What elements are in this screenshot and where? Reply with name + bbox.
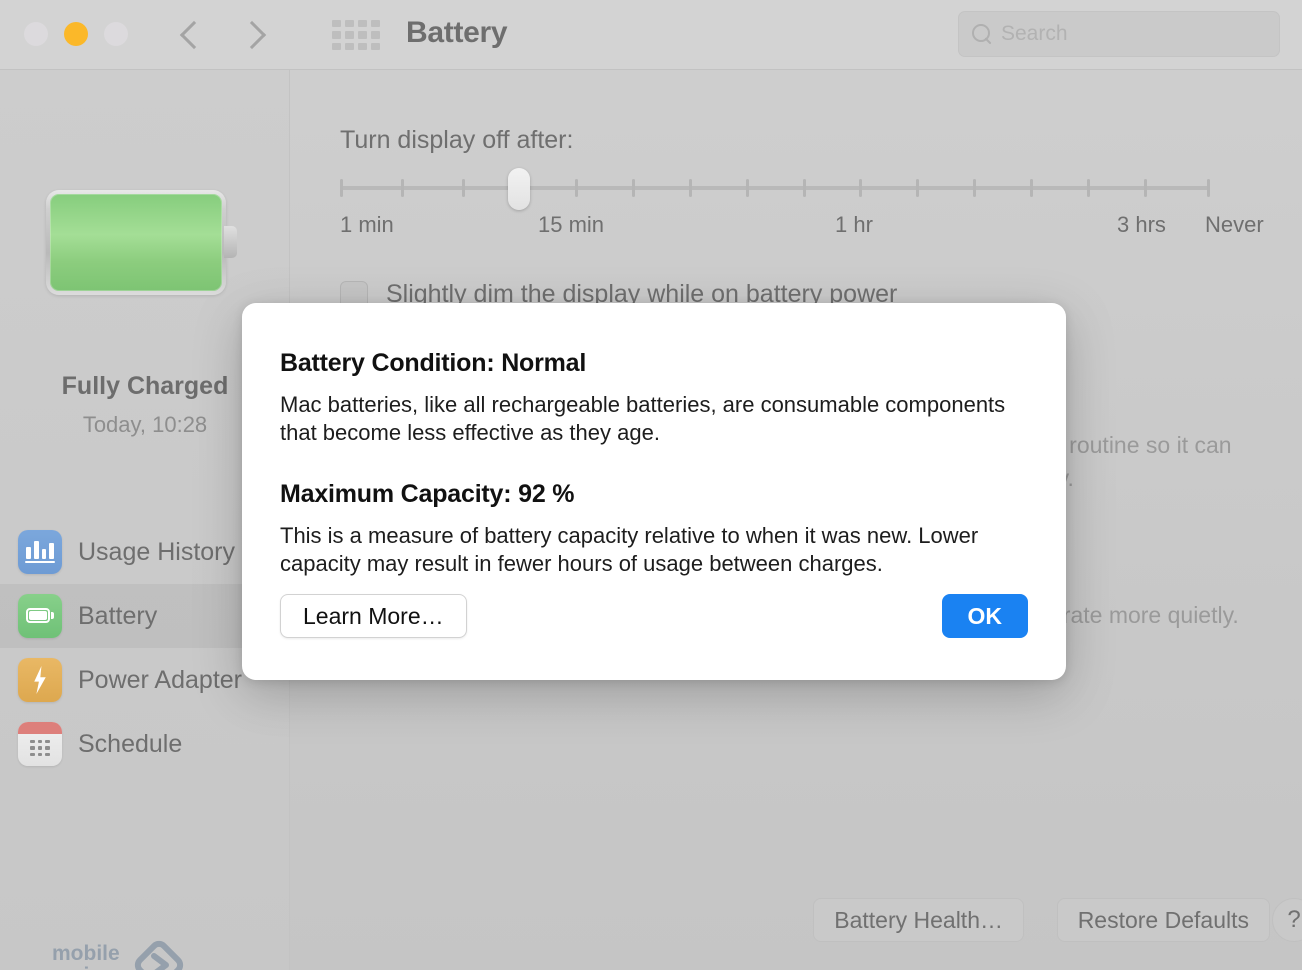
diamond-arrow-icon [132, 938, 186, 970]
sidebar-item-label: Schedule [78, 729, 183, 758]
window-titlebar: Battery Search [0, 0, 1302, 70]
show-all-grid-icon[interactable] [332, 20, 380, 50]
slider-tick-label-never: Never [1205, 212, 1264, 237]
display-sleep-label: Turn display off after: [340, 126, 574, 154]
battery-icon [18, 594, 62, 638]
sidebar-item-label: Usage History [78, 537, 235, 566]
battery-body [46, 190, 226, 295]
back-chevron-icon[interactable] [180, 14, 204, 56]
restore-defaults-button[interactable]: Restore Defaults [1056, 898, 1270, 942]
slider-tick-label-3hrs: 3 hrs [1117, 212, 1166, 237]
bar-chart-icon [18, 530, 62, 574]
dialog-heading-condition: Battery Condition: Normal [280, 349, 587, 377]
watermark: mobile review [52, 938, 186, 970]
battery-terminal [224, 226, 237, 258]
learn-more-button[interactable]: Learn More… [280, 594, 467, 638]
page-title: Battery [406, 16, 508, 49]
search-input[interactable]: Search [1001, 22, 1068, 46]
dialog-heading-capacity: Maximum Capacity: 92 % [280, 479, 575, 508]
bottom-button-bar: Battery Health… Restore Defaults ? [290, 886, 1302, 970]
help-button[interactable]: ? [1272, 898, 1302, 942]
slider-tick-label-1min: 1 min [340, 212, 394, 237]
dialog-body-capacity: This is a measure of battery capacity re… [280, 522, 979, 577]
search-icon [971, 23, 993, 45]
ok-button[interactable]: OK [941, 594, 1028, 638]
navigation-arrows [180, 14, 264, 56]
forward-chevron-icon[interactable] [240, 14, 264, 56]
obscured-text-line1: g routine so it can [1050, 432, 1232, 458]
dialog-actions: Learn More… OK [280, 594, 1028, 638]
slider-thumb[interactable] [508, 168, 530, 210]
close-button[interactable] [24, 22, 48, 46]
sidebar-item-label: Battery [78, 601, 158, 630]
watermark-line1: mobile [52, 941, 120, 965]
watermark-line2: review [52, 964, 120, 970]
dialog-body-condition: Mac batteries, like all rechargeable bat… [280, 392, 1006, 446]
slider-tick-label-15min: 15 min [538, 212, 605, 237]
calendar-icon [18, 722, 62, 766]
battery-fill [50, 194, 222, 291]
battery-graphic [46, 190, 237, 295]
display-sleep-slider[interactable] [340, 168, 1210, 210]
watermark-text: mobile review [52, 941, 120, 970]
sidebar-item-label: Power Adapter [78, 665, 242, 694]
battery-condition-dialog: Battery Condition: Normal Mac batteries,… [242, 303, 1066, 680]
zoom-button[interactable] [104, 22, 128, 46]
minimize-button[interactable] [64, 22, 88, 46]
battery-health-button[interactable]: Battery Health… [813, 898, 1024, 942]
sidebar-item-schedule[interactable]: Schedule [0, 712, 290, 776]
bolt-icon [18, 658, 62, 702]
traffic-light-group [24, 22, 128, 46]
obscured-text-line3: erate more quietly. [1050, 602, 1239, 628]
search-field[interactable]: Search [958, 11, 1280, 57]
slider-tick-label-1hr: 1 hr [835, 212, 873, 237]
battery-preferences-window: Battery Search Fully Charged Today, 10:2… [0, 0, 1302, 970]
